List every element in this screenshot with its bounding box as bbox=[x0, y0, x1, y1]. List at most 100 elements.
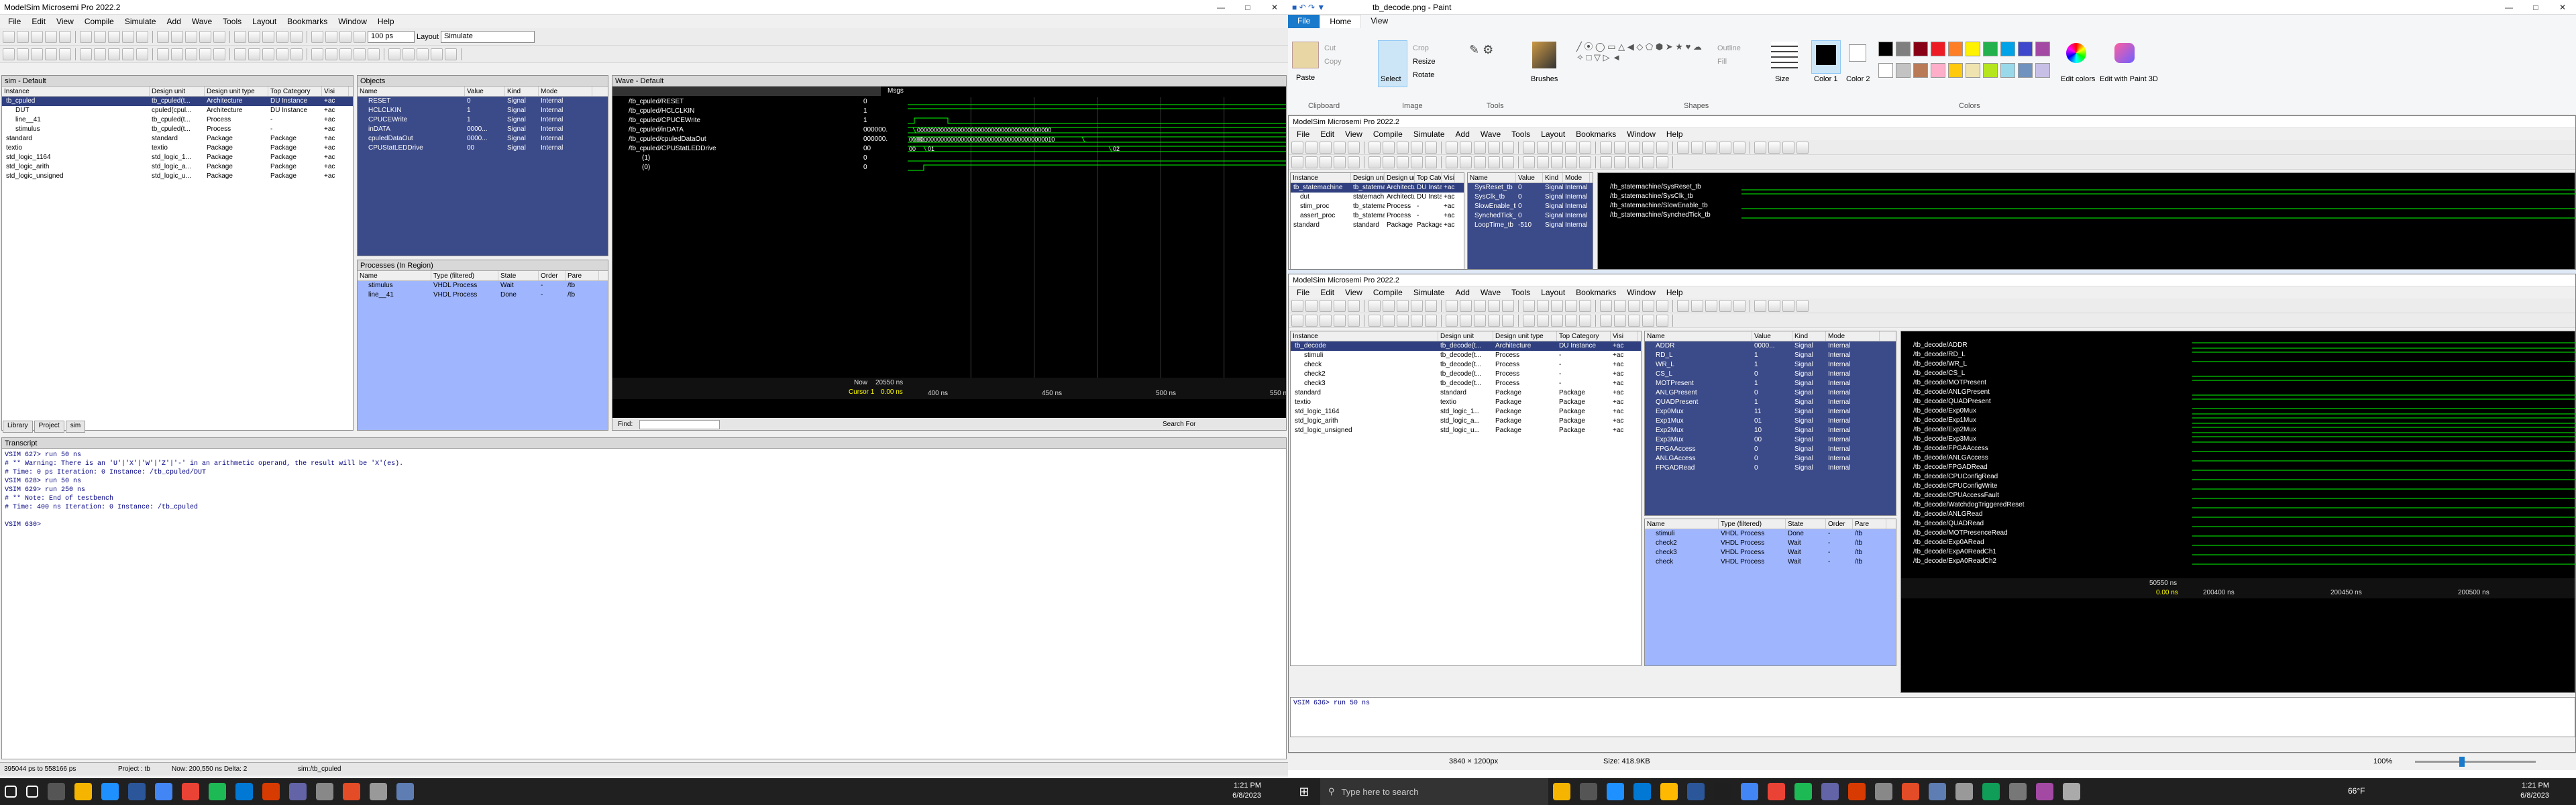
toolbar-button[interactable] bbox=[1565, 299, 1577, 312]
toolbar-button[interactable] bbox=[1796, 299, 1809, 312]
menu-bookmarks[interactable]: Bookmarks bbox=[1570, 129, 1621, 139]
table-row[interactable]: line__41 tb_cpuled(t... Process - +ac bbox=[2, 115, 353, 125]
toolbar-button[interactable] bbox=[3, 30, 15, 43]
cut-label[interactable]: Cut bbox=[1324, 44, 1336, 52]
transcript-lines[interactable]: VSIM 627> run 50 ns # ** Warning: There i… bbox=[2, 449, 1286, 531]
toolbar-button[interactable] bbox=[1782, 141, 1794, 154]
paint-tab-file[interactable]: File bbox=[1288, 15, 1320, 28]
toolbar-button[interactable] bbox=[1796, 141, 1809, 154]
table-row[interactable]: stim_proc tb_statema...Process- +ac bbox=[1291, 202, 1464, 211]
toolbar-button[interactable] bbox=[1656, 156, 1668, 168]
table-row[interactable]: tb_cpuled tb_cpuled(t... Architecture DU In… bbox=[2, 97, 353, 106]
table-row[interactable]: FPGAAccess 0 Signal Internal bbox=[1645, 445, 1896, 454]
toolbar-button[interactable] bbox=[1348, 299, 1360, 312]
taskbar-app-icon[interactable] bbox=[289, 783, 307, 800]
wave-signal-row[interactable]: /tb_decode/FPGADRead bbox=[1901, 463, 2149, 472]
toolbar-button[interactable] bbox=[1474, 156, 1486, 168]
palette-swatch[interactable] bbox=[1966, 63, 1980, 78]
menu-view[interactable]: View bbox=[1340, 129, 1368, 139]
minimize-icon[interactable]: — bbox=[1208, 3, 1234, 12]
toolbar-button[interactable] bbox=[311, 30, 323, 43]
menu-file[interactable]: File bbox=[1291, 288, 1315, 297]
menu-layout[interactable]: Layout bbox=[1536, 129, 1570, 139]
column-header[interactable]: Kind bbox=[1543, 173, 1563, 182]
toolbar-button[interactable] bbox=[354, 48, 366, 60]
toolbar-button[interactable] bbox=[1656, 141, 1668, 154]
palette-swatch[interactable] bbox=[1931, 42, 1945, 56]
toolbar-button[interactable] bbox=[248, 30, 260, 43]
table-row[interactable]: check3 tb_decode(t... Process - +ac bbox=[1291, 379, 1641, 388]
table-row[interactable]: CPUStatLEDDrive 00 Signal Internal bbox=[358, 144, 608, 153]
wave-signal-row[interactable]: /tb_statemachine/SlowEnable_tb bbox=[1598, 201, 1732, 211]
palette-swatch[interactable] bbox=[1878, 42, 1893, 56]
toolbar-button[interactable] bbox=[171, 48, 183, 60]
toolbar-button[interactable] bbox=[17, 48, 29, 60]
edit-colors-icon[interactable] bbox=[2066, 43, 2086, 63]
table-row[interactable]: check3 VHDL Process Wait - /tb bbox=[1645, 548, 1896, 557]
menu-simulate[interactable]: Simulate bbox=[1408, 129, 1450, 139]
column-header[interactable]: Type (filtered) bbox=[1719, 519, 1786, 529]
wave-signal-row[interactable]: /tb_decode/ANLGAccess bbox=[1901, 453, 2149, 463]
wave-signal-row[interactable]: /tb_statemachine/SysClk_tb bbox=[1598, 192, 1732, 201]
taskbar-app-icon[interactable] bbox=[1821, 783, 1839, 800]
toolbar-button[interactable] bbox=[1733, 299, 1746, 312]
toolbar-button[interactable] bbox=[1754, 141, 1766, 154]
toolbar-button[interactable] bbox=[45, 48, 57, 60]
wave-signal-row[interactable]: /tb_decode/MOTPresenceRead bbox=[1901, 529, 2149, 538]
toolbar-button[interactable] bbox=[136, 48, 148, 60]
inner-top-waveform[interactable] bbox=[1741, 182, 2575, 270]
menu-edit[interactable]: Edit bbox=[26, 17, 51, 26]
taskbar-app-icon[interactable] bbox=[262, 783, 280, 800]
taskbar-app-icon[interactable] bbox=[1848, 783, 1866, 800]
table-row[interactable]: check2 VHDL Process Wait - /tb bbox=[1645, 539, 1896, 548]
table-row[interactable]: SlowEnable_tb 0 Signal Internal bbox=[1468, 202, 1593, 211]
toolbar-button[interactable] bbox=[1537, 141, 1549, 154]
table-row[interactable]: LoopTime_tb -510 Signal Internal bbox=[1468, 221, 1593, 230]
toolbar-button[interactable] bbox=[1642, 314, 1654, 327]
wave-signal-row[interactable]: /tb_statemachine/SysReset_tb bbox=[1598, 182, 1732, 192]
toolbar-button[interactable] bbox=[234, 30, 246, 43]
toolbar-button[interactable] bbox=[262, 48, 274, 60]
menu-tools[interactable]: Tools bbox=[1506, 129, 1536, 139]
toolbar-button[interactable] bbox=[1642, 156, 1654, 168]
toolbar-button[interactable] bbox=[1320, 156, 1332, 168]
table-row[interactable]: stimulus tb_cpuled(t... Process - +ac bbox=[2, 125, 353, 134]
table-row[interactable]: std_logic_arith std_logic_a... Package Pack… bbox=[2, 162, 353, 172]
taskbar-app-icon[interactable] bbox=[155, 783, 172, 800]
toolbar-button[interactable] bbox=[108, 30, 120, 43]
table-row[interactable]: standard standard Package Package +ac bbox=[1291, 221, 1464, 230]
toolbar-button[interactable] bbox=[1411, 299, 1423, 312]
tab-library[interactable]: Library bbox=[3, 421, 33, 433]
toolbar-button[interactable] bbox=[1334, 141, 1346, 154]
toolbar-button[interactable] bbox=[1502, 156, 1514, 168]
toolbar-button[interactable] bbox=[1537, 156, 1549, 168]
toolbar-button[interactable] bbox=[1368, 314, 1381, 327]
toolbar-button[interactable] bbox=[1614, 314, 1626, 327]
wave-signal-row[interactable]: /tb_statemachine/SynchedTick_tb bbox=[1598, 211, 1732, 220]
toolbar-button[interactable] bbox=[339, 48, 352, 60]
menu-file[interactable]: File bbox=[3, 17, 26, 26]
toolbar-button[interactable] bbox=[234, 48, 246, 60]
taskbar-app-icon[interactable] bbox=[182, 783, 199, 800]
taskbar-app-icon[interactable] bbox=[2009, 783, 2027, 800]
column-header[interactable]: Kind bbox=[505, 87, 539, 96]
toolbar-button[interactable] bbox=[402, 48, 415, 60]
toolbar-button[interactable] bbox=[1656, 299, 1668, 312]
toolbar-button[interactable] bbox=[1488, 299, 1500, 312]
paste-icon[interactable] bbox=[1292, 42, 1319, 68]
table-row[interactable]: RESET 0 Signal Internal bbox=[358, 97, 608, 106]
toolbar-button[interactable] bbox=[1579, 299, 1591, 312]
taskbar-app-icon[interactable] bbox=[1633, 783, 1651, 800]
table-row[interactable]: MOTPresent 1 Signal Internal bbox=[1645, 379, 1896, 388]
toolbar-button[interactable] bbox=[445, 48, 457, 60]
toolbar-button[interactable] bbox=[325, 48, 337, 60]
column-header[interactable]: Top Category bbox=[1415, 173, 1442, 182]
palette-swatch[interactable] bbox=[2035, 63, 2050, 78]
toolbar-button[interactable] bbox=[1551, 299, 1563, 312]
wave-signal-row[interactable]: /tb_decode/CPUAccessFault bbox=[1901, 491, 2149, 500]
toolbar-button[interactable] bbox=[1425, 141, 1437, 154]
toolbar-button[interactable] bbox=[1733, 141, 1746, 154]
toolbar-button[interactable] bbox=[1614, 156, 1626, 168]
table-row[interactable]: textio textio Package Package +ac bbox=[1291, 398, 1641, 407]
toolbar-button[interactable] bbox=[1628, 156, 1640, 168]
